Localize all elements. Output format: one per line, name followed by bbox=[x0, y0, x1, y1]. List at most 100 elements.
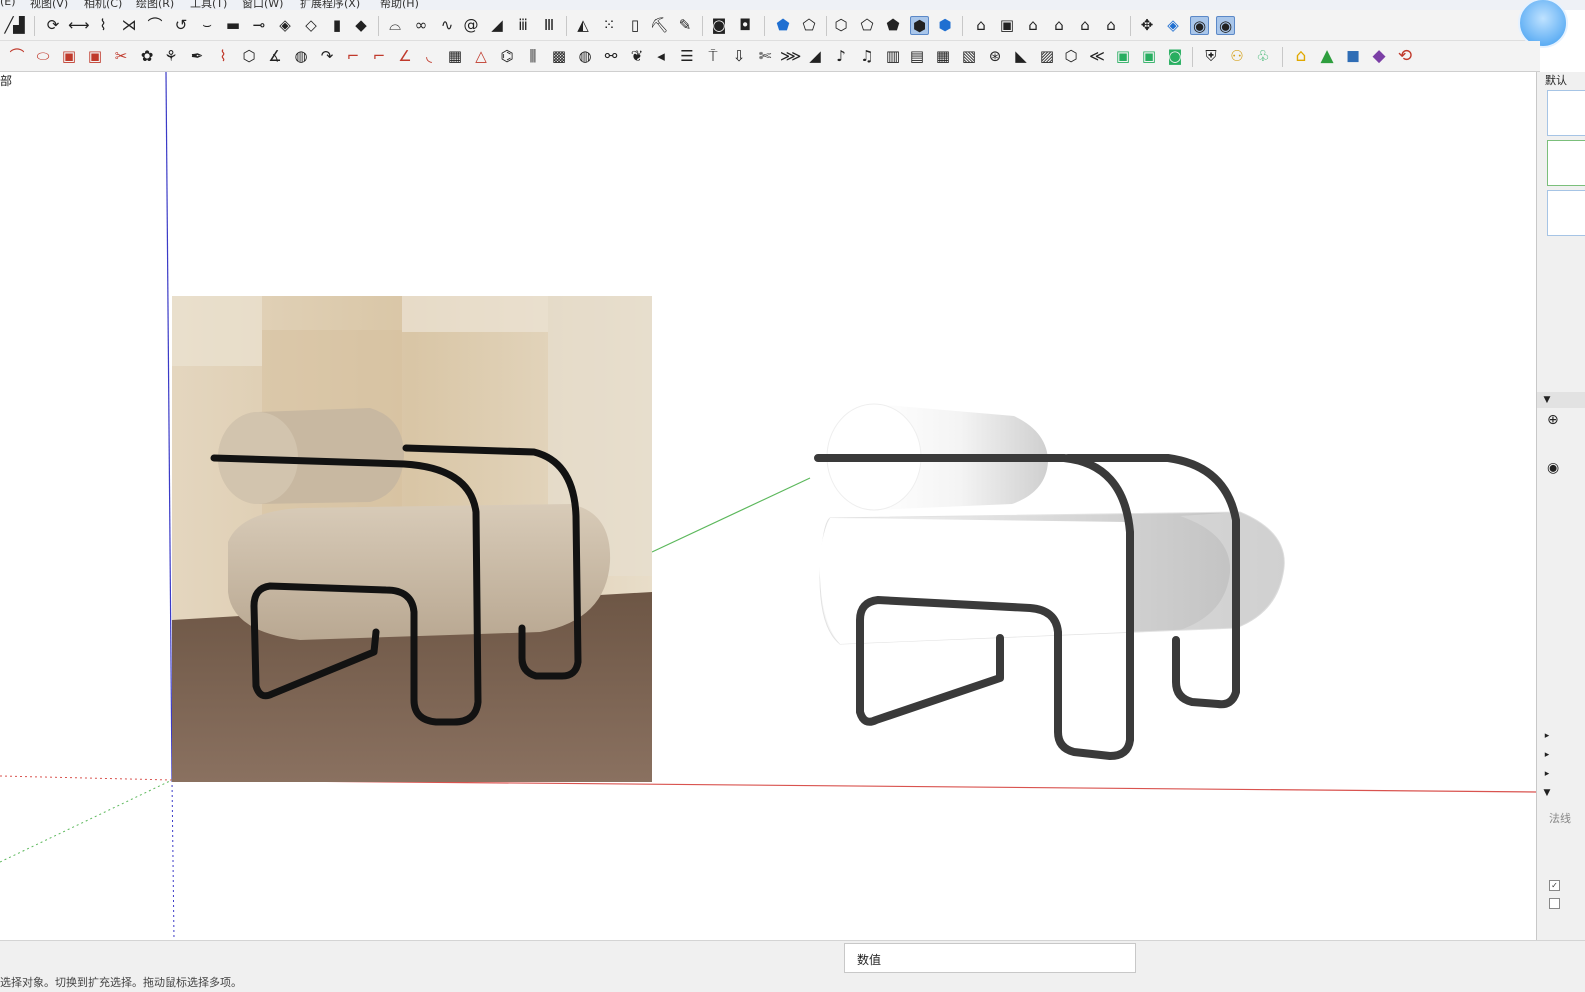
shaded-icon[interactable]: ⬢ bbox=[910, 16, 929, 35]
menu-edit[interactable]: (E) bbox=[0, 0, 16, 8]
house-gold-icon[interactable]: ⌂ bbox=[1292, 47, 1310, 65]
ruled-surface-icon[interactable]: ◢ bbox=[488, 16, 506, 34]
reference-photo[interactable] bbox=[172, 296, 652, 782]
hatch-icon[interactable]: ▤ bbox=[908, 47, 926, 65]
menu-draw[interactable]: 绘图(R) bbox=[136, 0, 174, 10]
hidden-line-icon[interactable]: ⬟ bbox=[884, 16, 902, 34]
pen-icon[interactable]: ✒ bbox=[188, 47, 206, 65]
box-icon[interactable]: ▣ bbox=[60, 47, 78, 65]
sphere-icon[interactable]: ◍ bbox=[292, 47, 310, 65]
brush-icon[interactable]: ✎ bbox=[676, 16, 694, 34]
bar-graph-icon[interactable]: ▟ bbox=[10, 16, 28, 34]
back-view-icon[interactable]: ⌂ bbox=[1076, 16, 1094, 34]
columns-icon[interactable]: ⅲ bbox=[514, 16, 532, 34]
option-checkbox-2[interactable] bbox=[1549, 898, 1560, 909]
fold-icon[interactable]: ≪ bbox=[1088, 47, 1106, 65]
wireframe-icon[interactable]: ⬠ bbox=[858, 16, 876, 34]
menu-tools[interactable]: 工具(T) bbox=[190, 0, 227, 10]
hatch-cross-icon[interactable]: ▦ bbox=[934, 47, 952, 65]
menu-help[interactable]: 帮助(H) bbox=[380, 0, 419, 10]
menu-camera[interactable]: 相机(C) bbox=[84, 0, 122, 10]
cube-outline-icon[interactable]: ⬡ bbox=[240, 47, 258, 65]
eye-icon[interactable]: ◉ bbox=[1547, 460, 1559, 476]
box-red-icon[interactable]: ▣ bbox=[86, 47, 104, 65]
arc-red-icon[interactable]: ◟ bbox=[420, 47, 438, 65]
mirror-icon[interactable]: ◭ bbox=[574, 16, 592, 34]
pipe-icon[interactable]: ⌬ bbox=[498, 47, 516, 65]
display-section-icon[interactable]: ◉ bbox=[1190, 16, 1209, 35]
iso-view-icon[interactable]: ⌂ bbox=[972, 16, 990, 34]
rotate-red-icon[interactable]: ⟲ bbox=[1396, 47, 1414, 65]
top-view-icon[interactable]: ▣ bbox=[998, 16, 1016, 34]
sweep-icon[interactable]: ⋙ bbox=[780, 47, 801, 65]
menu-window[interactable]: 窗口(W) bbox=[242, 0, 283, 10]
shape-outline-icon[interactable]: ⬠ bbox=[800, 16, 818, 34]
polygon-icon[interactable]: ⬡ bbox=[1062, 47, 1080, 65]
bezier-icon[interactable]: ⌒ bbox=[8, 47, 26, 65]
eraser-icon[interactable]: ⬭ bbox=[34, 47, 52, 65]
shield-icon[interactable]: ⛨ bbox=[1202, 47, 1220, 65]
fillet-icon[interactable]: ⌣ bbox=[198, 16, 216, 34]
xray-icon[interactable]: ⬡ bbox=[832, 16, 850, 34]
tray-section-5[interactable]: ▼ bbox=[1537, 785, 1585, 801]
grid-box-icon[interactable]: ▩ bbox=[550, 47, 568, 65]
gem-purple-icon[interactable]: ◆ bbox=[1370, 47, 1388, 65]
layers-flat-icon[interactable]: ▬ bbox=[224, 16, 242, 34]
cone-icon[interactable]: △ bbox=[472, 47, 490, 65]
map-icon[interactable]: ▣ bbox=[1114, 47, 1132, 65]
front-view-icon[interactable]: ⌂ bbox=[1024, 16, 1042, 34]
model-viewport[interactable]: 部 bbox=[0, 72, 1536, 940]
dimension-icon[interactable]: ⟷ bbox=[68, 16, 90, 34]
extrude-icon[interactable]: ▮ bbox=[328, 16, 346, 34]
option-checkbox-1[interactable]: ✓ bbox=[1549, 880, 1560, 891]
stack-icon[interactable]: ◈ bbox=[276, 16, 294, 34]
tray-section-4[interactable]: ▸ bbox=[1537, 766, 1585, 782]
angle-red-icon[interactable]: ∠ bbox=[396, 47, 414, 65]
angle-icon[interactable]: ∡ bbox=[266, 47, 284, 65]
add-icon[interactable]: ⊕ bbox=[1547, 412, 1559, 428]
cut-icon[interactable]: ✂ bbox=[112, 47, 130, 65]
wave-icon[interactable]: ∿ bbox=[438, 16, 456, 34]
blob-icon[interactable]: ✿ bbox=[138, 47, 156, 65]
stack-copy-icon[interactable]: ◇ bbox=[302, 16, 320, 34]
menu-view[interactable]: 视图(V) bbox=[30, 0, 68, 10]
fence-icon[interactable]: ⫼ bbox=[524, 47, 542, 65]
nodes-icon[interactable]: ⚇ bbox=[1228, 47, 1246, 65]
style-thumbnail-3[interactable] bbox=[1547, 190, 1585, 236]
cube-blue-icon[interactable]: ◼ bbox=[1344, 47, 1362, 65]
chamfer-icon[interactable]: ⌐ bbox=[370, 47, 388, 65]
down-arrow-icon[interactable]: ⇩ bbox=[730, 47, 748, 65]
right-view-icon[interactable]: ⌂ bbox=[1050, 16, 1068, 34]
lasso-icon[interactable]: ⚘ bbox=[162, 47, 180, 65]
note-alt-icon[interactable]: ♫ bbox=[858, 47, 876, 65]
connect-icon[interactable]: ⊸ bbox=[250, 16, 268, 34]
style-thumbnail-1[interactable] bbox=[1547, 90, 1585, 136]
spiral-curve-icon[interactable]: ↺ bbox=[172, 16, 190, 34]
section-cut-icon[interactable]: ◉ bbox=[1216, 16, 1235, 35]
terrain-grid-icon[interactable]: ◙ bbox=[1166, 47, 1184, 65]
record-icon[interactable]: ◙ bbox=[710, 16, 728, 34]
tray-section-3[interactable]: ▸ bbox=[1537, 747, 1585, 763]
weld-icon[interactable]: ⋊ bbox=[120, 16, 138, 34]
calculator-icon[interactable]: ▦ bbox=[446, 47, 464, 65]
round-corner-icon[interactable]: ⌓ bbox=[386, 16, 404, 34]
section-plane-icon[interactable]: ◈ bbox=[1164, 16, 1182, 34]
chain-icon[interactable]: ∞ bbox=[412, 16, 430, 34]
style-thumbnail-2[interactable] bbox=[1547, 140, 1585, 186]
terrain-icon[interactable]: ▣ bbox=[1140, 47, 1158, 65]
corner-icon[interactable]: ⌐ bbox=[344, 47, 362, 65]
wedge-icon[interactable]: ◢ bbox=[806, 47, 824, 65]
copy-icon[interactable]: ▯ bbox=[626, 16, 644, 34]
house-green-icon[interactable]: ▲ bbox=[1318, 47, 1336, 65]
left-view-icon[interactable]: ⌂ bbox=[1102, 16, 1120, 34]
export-icon[interactable]: ◘ bbox=[736, 16, 754, 34]
globe-icon[interactable]: ◍ bbox=[576, 47, 594, 65]
tray-section-2[interactable]: ▸ bbox=[1537, 728, 1585, 744]
ramp-icon[interactable]: ◣ bbox=[1012, 47, 1030, 65]
stairs-icon[interactable]: ▧ bbox=[960, 47, 978, 65]
colonnade-icon[interactable]: Ⅲ bbox=[540, 16, 558, 34]
measurements-box[interactable]: 数值 bbox=[844, 943, 1136, 973]
tray-section-1[interactable]: ▼ bbox=[1537, 392, 1585, 408]
arch-icon[interactable]: ⌒ bbox=[146, 16, 164, 34]
spiral-icon[interactable]: @ bbox=[462, 16, 480, 34]
